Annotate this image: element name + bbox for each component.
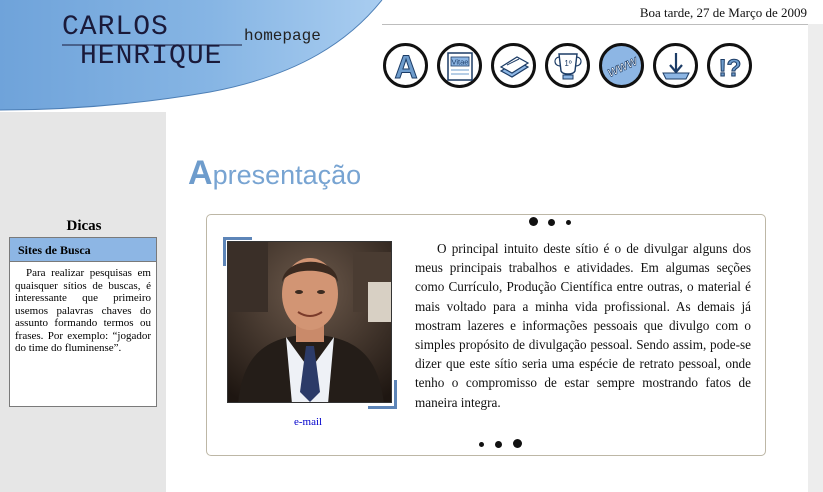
homepage-subtitle: homepage [244, 27, 321, 45]
decor-dot [495, 441, 502, 448]
name-underline [62, 44, 242, 46]
site-name-first: CARLOS [62, 12, 169, 43]
decor-dot [479, 442, 484, 447]
nav-contato-button[interactable]: !? [707, 43, 752, 88]
decor-dot [548, 219, 555, 226]
header-divider [382, 24, 823, 25]
decor-dot [513, 439, 522, 448]
frame-corner [368, 380, 397, 409]
tips-text: Para realizar pesquisas em quaisquer sít… [15, 267, 151, 354]
svg-text:!?: !? [718, 55, 741, 82]
header: CARLOS HENRIQUE homepage Boa tarde, 27 d… [0, 0, 823, 112]
decor-dot [566, 220, 571, 225]
svg-text:1º: 1º [564, 59, 571, 68]
www-globe-icon: WWW [605, 54, 639, 80]
tips-box-title: Sites de Busca [10, 238, 156, 262]
letter-a-icon: A [393, 48, 417, 84]
trophy-cup-icon: 1º [553, 52, 582, 79]
download-arrow-icon [661, 52, 690, 79]
nav-links-button[interactable]: WWW [599, 43, 644, 88]
page-title-rest: presentação [212, 160, 362, 190]
papers-icon [499, 55, 529, 78]
intro-paragraph: O principal intuito deste sítio é o de d… [415, 241, 751, 410]
nav-curriculo-button[interactable]: Vitae [437, 43, 482, 88]
svg-text:A: A [394, 49, 417, 84]
frame-corner [223, 237, 252, 266]
vitae-document-icon: Vitae [446, 51, 473, 81]
email-link[interactable]: e-mail [294, 416, 322, 428]
nav-producao-button[interactable] [491, 43, 536, 88]
photo-frame [223, 237, 397, 409]
tips-box: Sites de Busca Para realizar pesquisas e… [9, 237, 157, 407]
svg-text:Vitae: Vitae [451, 57, 468, 66]
nav-download-button[interactable] [653, 43, 698, 88]
page-title-initial: A [188, 154, 213, 192]
exclamation-question-icon: !? [718, 54, 742, 82]
right-margin-strip [808, 24, 823, 492]
page-title: Apresentação [188, 154, 361, 193]
decor-dot [529, 217, 538, 226]
svg-text:WWW: WWW [606, 55, 639, 80]
nav-apresentacao-button[interactable]: A [383, 43, 428, 88]
sidebar-title: Dicas [66, 218, 102, 234]
greeting-date: Boa tarde, 27 de Março de 2009 [639, 5, 807, 20]
nav-premios-button[interactable]: 1º [545, 43, 590, 88]
